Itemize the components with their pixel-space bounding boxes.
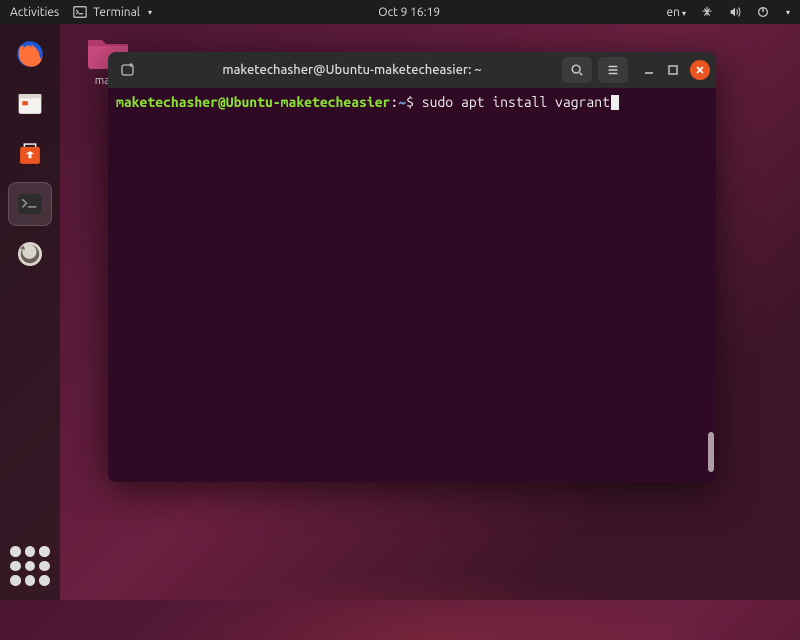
chevron-down-icon: ▾ xyxy=(682,9,686,18)
close-button[interactable] xyxy=(690,60,710,80)
topbar-right: en▾ ▾ xyxy=(666,5,790,19)
new-tab-icon xyxy=(120,62,136,78)
app-menu-label: Terminal xyxy=(93,6,140,19)
prompt-user: maketechasher@Ubuntu-maketecheasier xyxy=(116,94,390,110)
terminal-window: maketechasher@Ubuntu-maketecheasier: ~ m… xyxy=(108,52,716,482)
input-language[interactable]: en▾ xyxy=(666,6,686,19)
clock[interactable]: Oct 9 16:19 xyxy=(152,6,667,19)
dock-item-files[interactable] xyxy=(8,82,52,126)
close-icon xyxy=(695,65,705,75)
scrollbar-thumb[interactable] xyxy=(708,432,714,472)
hamburger-menu-button[interactable] xyxy=(598,57,628,83)
volume-icon[interactable] xyxy=(728,5,742,19)
terminal-body[interactable]: maketechasher@Ubuntu-maketecheasier:~$ s… xyxy=(108,88,716,482)
top-bar: Activities Terminal ▾ Oct 9 16:19 en▾ ▾ xyxy=(0,0,800,24)
topbar-left: Activities Terminal ▾ xyxy=(10,5,152,19)
dock-item-terminal[interactable] xyxy=(8,182,52,226)
cursor xyxy=(611,95,619,110)
dock xyxy=(0,24,60,600)
show-apps-button[interactable] xyxy=(10,546,50,586)
maximize-button[interactable] xyxy=(666,63,680,77)
activities-button[interactable]: Activities xyxy=(10,6,59,19)
prompt-path: ~ xyxy=(398,94,406,110)
new-tab-button[interactable] xyxy=(114,56,142,84)
network-icon[interactable] xyxy=(700,5,714,19)
dock-item-firefox[interactable] xyxy=(8,32,52,76)
terminal-line: maketechasher@Ubuntu-maketecheasier:~$ s… xyxy=(116,94,708,110)
updater-icon xyxy=(13,237,47,271)
terminal-titlebar[interactable]: maketechasher@Ubuntu-maketecheasier: ~ xyxy=(108,52,716,88)
maximize-icon xyxy=(667,64,679,76)
app-menu[interactable]: Terminal ▾ xyxy=(73,5,152,19)
minimize-button[interactable] xyxy=(642,63,656,77)
dock-item-software[interactable] xyxy=(8,132,52,176)
command-text: sudo apt install vagrant xyxy=(422,94,610,110)
search-button[interactable] xyxy=(562,57,592,83)
minimize-icon xyxy=(643,64,655,76)
software-icon xyxy=(13,137,47,171)
firefox-icon xyxy=(13,37,47,71)
power-icon[interactable] xyxy=(756,5,770,19)
search-icon xyxy=(570,63,584,77)
files-icon xyxy=(13,87,47,121)
terminal-icon xyxy=(13,187,47,221)
prompt-symbol: $ xyxy=(406,94,414,110)
window-title: maketechasher@Ubuntu-maketecheasier: ~ xyxy=(148,63,556,77)
dock-item-updater[interactable] xyxy=(8,232,52,276)
window-controls xyxy=(642,60,710,80)
hamburger-icon xyxy=(606,63,620,77)
terminal-icon xyxy=(73,5,87,19)
chevron-down-icon: ▾ xyxy=(786,8,790,17)
